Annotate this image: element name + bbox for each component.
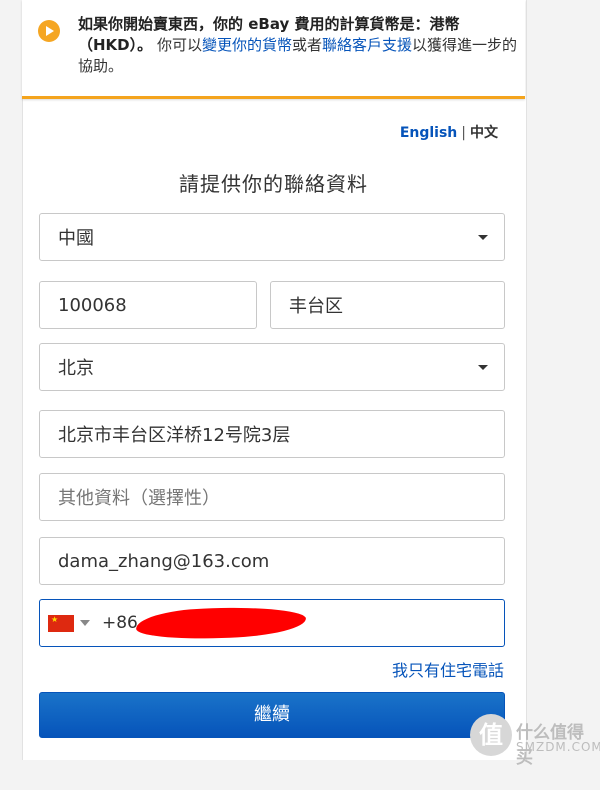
province-select[interactable]: 北京 (39, 343, 505, 391)
notice-text-b: 或者 (291, 36, 322, 54)
province-value: 北京 (58, 358, 94, 379)
lang-chinese: 中文 (470, 125, 498, 141)
lang-english-link[interactable]: English (400, 125, 457, 141)
notice-sep: 。 (137, 36, 153, 54)
redaction-mark (135, 605, 307, 641)
language-switch: English | 中文 (400, 122, 498, 142)
city-input[interactable]: 丰台区 (270, 281, 505, 329)
contact-support-link[interactable]: 聯絡客戶支援 (322, 36, 412, 54)
address-line1-value: 北京市丰台区洋桥12号院3层 (58, 425, 291, 446)
china-flag-icon[interactable]: ★ (48, 614, 74, 632)
watermark-logo: 值 (470, 714, 512, 756)
country-select[interactable]: 中國 (39, 213, 505, 261)
play-arrow-icon (38, 20, 60, 42)
currency-notice: 如果你開始賣東西，你的 eBay 費用的計算貨幣是：港幣（HKD）。 你可以變更… (22, 0, 525, 99)
phone-input[interactable]: ★ +86 (39, 599, 505, 647)
watermark: 值 什么值得买 SMZDM.COM (470, 714, 600, 784)
email-value: dama_zhang@163.com (58, 550, 270, 572)
chevron-down-icon[interactable] (80, 620, 90, 626)
postal-code-value: 100068 (58, 294, 127, 316)
lang-separator: | (461, 125, 466, 141)
notice-text-a: 你可以 (156, 36, 202, 54)
country-value: 中國 (58, 228, 94, 249)
notice-text: 如果你開始賣東西，你的 eBay 費用的計算貨幣是：港幣（HKD）。 你可以變更… (78, 14, 518, 77)
address-line2-input[interactable]: 其他資料（選擇性） (39, 473, 505, 521)
postal-code-input[interactable]: 100068 (39, 281, 257, 329)
email-input[interactable]: dama_zhang@163.com (39, 537, 505, 585)
continue-button[interactable]: 繼續 (39, 692, 505, 738)
chevron-down-icon (478, 235, 488, 240)
change-currency-link[interactable]: 變更你的貨幣 (202, 36, 292, 54)
notice-line1: 如果你開始賣東西，你的 eBay 費用的計算貨幣是： (78, 15, 430, 33)
watermark-en: SMZDM.COM (516, 740, 600, 754)
home-phone-link[interactable]: 我只有住宅電話 (392, 657, 504, 681)
address-line2-placeholder: 其他資料（選擇性） (58, 488, 220, 509)
phone-country-code: +86 (102, 613, 138, 633)
chevron-down-icon (478, 365, 488, 370)
address-line1-input[interactable]: 北京市丰台区洋桥12号院3层 (39, 410, 505, 458)
city-value: 丰台区 (289, 296, 343, 317)
page-title: 請提供你的聯絡資料 (179, 172, 368, 196)
